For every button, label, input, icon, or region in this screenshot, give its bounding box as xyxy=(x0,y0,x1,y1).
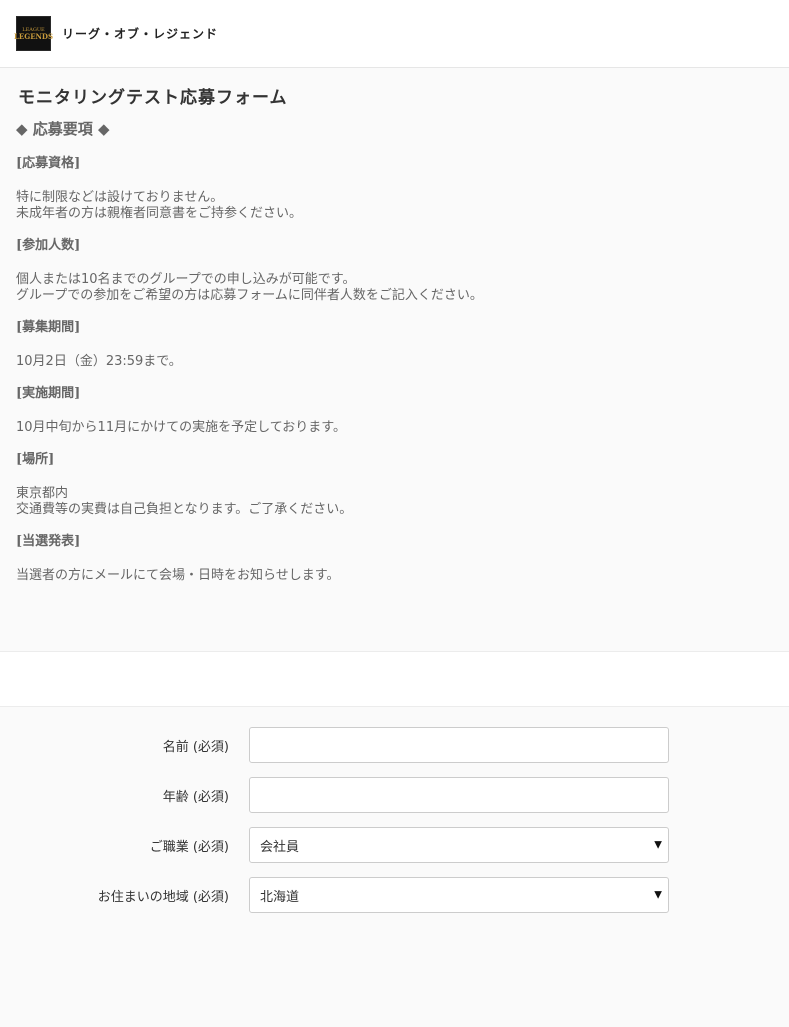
announcement-text: 当選者の方にメールにて会場・日時をお知らせします。 xyxy=(16,568,773,584)
name-label: 名前 (必須) xyxy=(162,739,229,755)
recruitment-period-heading: [募集期間] xyxy=(16,320,81,335)
implementation-period-text: 10月中旬から11月にかけての実施を予定しております。 xyxy=(16,420,773,436)
dropdown-arrow-icon: ▼ xyxy=(654,889,662,901)
name-input[interactable] xyxy=(249,727,669,763)
age-row: 年齢 (必須) xyxy=(0,777,789,813)
location-line-2: 交通費等の実費は自己負担となります。ご了承ください。 xyxy=(16,502,353,517)
recruitment-period-text: 10月2日（金）23:59まで。 xyxy=(16,354,773,370)
region-row: お住まいの地域 (必須) 北海道 ▼ xyxy=(0,877,789,913)
application-guidelines: モニタリングテスト応募フォーム ◆ 応募要項 ◆ [応募資格] 特に制限などは設… xyxy=(0,68,789,652)
occupation-selected-value: 会社員 xyxy=(260,839,300,855)
occupation-row: ご職業 (必須) 会社員 ▼ xyxy=(0,827,789,863)
region-label: お住まいの地域 (必須) xyxy=(97,889,229,905)
dropdown-arrow-icon: ▼ xyxy=(654,839,662,851)
location-heading: [場所] xyxy=(16,452,55,467)
implementation-period-line-1: 10月中旬から11月にかけての実施を予定しております。 xyxy=(16,420,347,435)
logo-text-bottom: LEGENDS xyxy=(13,31,54,41)
location-text: 東京都内 交通費等の実費は自己負担となります。ご了承ください。 xyxy=(16,486,773,518)
occupation-select[interactable]: 会社員 ▼ xyxy=(249,827,669,863)
section-divider xyxy=(0,652,789,707)
occupation-label: ご職業 (必須) xyxy=(149,839,229,855)
eligibility-text: 特に制限などは設けておりません。 未成年者の方は親権者同意書をご持参ください。 xyxy=(16,190,773,222)
eligibility-heading: [応募資格] xyxy=(16,156,81,171)
section-title: ◆ 応募要項 ◆ xyxy=(16,120,110,138)
recruitment-period-line-1: 10月2日（金）23:59まで。 xyxy=(16,354,182,369)
brand-name[interactable]: リーグ・オブ・レジェンド xyxy=(62,25,218,42)
participants-text: 個人または10名までのグループでの申し込みが可能です。 グループでの参加をご希望… xyxy=(16,272,773,304)
eligibility-line-2: 未成年者の方は親権者同意書をご持参ください。 xyxy=(16,206,303,221)
application-form: 名前 (必須) 年齢 (必須) ご職業 (必須) 会社員 ▼ お住まいの地域 (… xyxy=(0,707,789,1027)
region-selected-value: 北海道 xyxy=(260,889,300,905)
participants-line-1: 個人または10名までのグループでの申し込みが可能です。 xyxy=(16,272,356,287)
participants-heading: [参加人数] xyxy=(16,238,81,253)
age-input[interactable] xyxy=(249,777,669,813)
page-title: モニタリングテスト応募フォーム xyxy=(18,88,288,108)
implementation-period-heading: [実施期間] xyxy=(16,386,81,401)
region-select[interactable]: 北海道 ▼ xyxy=(249,877,669,913)
location-line-1: 東京都内 xyxy=(16,486,69,501)
eligibility-line-1: 特に制限などは設けておりません。 xyxy=(16,190,224,205)
name-row: 名前 (必須) xyxy=(0,727,789,763)
age-label: 年齢 (必須) xyxy=(162,789,229,805)
participants-line-2: グループでの参加をご希望の方は応募フォームに同伴者人数をご記入ください。 xyxy=(16,288,483,303)
announcement-heading: [当選発表] xyxy=(16,534,81,549)
league-of-legends-logo[interactable]: LEAGUE LEGENDS xyxy=(13,16,54,51)
site-header: LEAGUE LEGENDS リーグ・オブ・レジェンド xyxy=(0,0,789,68)
announcement-line-1: 当選者の方にメールにて会場・日時をお知らせします。 xyxy=(16,568,340,583)
